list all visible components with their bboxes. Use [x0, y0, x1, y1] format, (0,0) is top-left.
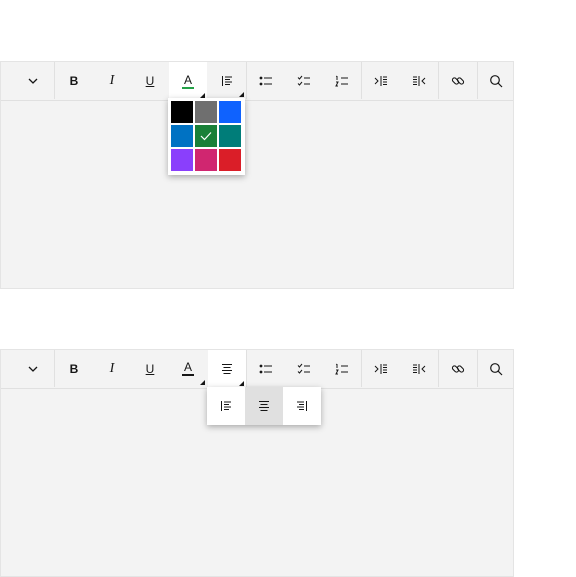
- font-color-picker: [168, 98, 245, 175]
- bulleted-list-button[interactable]: [247, 350, 285, 387]
- menu-corner-icon: [239, 92, 244, 97]
- editor-toolbar: B I U A: [1, 62, 513, 101]
- text-align-right-icon: [296, 400, 308, 412]
- underline-label: U: [145, 73, 155, 88]
- list-bulleted-icon: [259, 363, 273, 375]
- list-checked-icon: [297, 363, 311, 375]
- font-color-label: A: [183, 72, 192, 87]
- text-indent-less-icon: [412, 75, 426, 87]
- swatch-magenta[interactable]: [195, 149, 217, 171]
- font-color-label: A: [183, 360, 192, 374]
- editor-alignment-menu-open: B I U A: [0, 349, 514, 577]
- bold-label: B: [69, 361, 79, 376]
- align-left-option[interactable]: [207, 387, 245, 425]
- swatch-purple[interactable]: [171, 149, 193, 171]
- italic-button[interactable]: I: [93, 350, 131, 387]
- menu-corner-icon: [239, 381, 244, 386]
- overflow-menu-button[interactable]: [14, 62, 52, 99]
- overflow-menu-button[interactable]: [14, 350, 52, 387]
- numbered-list-button[interactable]: [323, 350, 361, 387]
- underline-label: U: [145, 361, 155, 376]
- bold-label: B: [69, 73, 79, 88]
- text-align-center-icon: [221, 363, 233, 375]
- italic-label: I: [109, 72, 115, 88]
- swatch-green[interactable]: [195, 125, 217, 147]
- swatch-red[interactable]: [219, 149, 241, 171]
- chevron-down-icon: [27, 363, 39, 375]
- list-numbered-icon: [335, 75, 349, 87]
- numbered-list-button[interactable]: [323, 62, 361, 99]
- underline-button[interactable]: U: [131, 62, 169, 99]
- underline-button[interactable]: U: [131, 350, 169, 387]
- align-center-option[interactable]: [245, 387, 283, 425]
- align-right-option[interactable]: [283, 387, 321, 425]
- outdent-button[interactable]: [400, 350, 438, 387]
- swatch-gray[interactable]: [195, 101, 217, 123]
- font-color-indicator: [182, 86, 194, 89]
- link-button[interactable]: [439, 62, 477, 99]
- list-checked-icon: [297, 75, 311, 87]
- checklist-button[interactable]: [285, 62, 323, 99]
- search-button[interactable]: [477, 350, 515, 387]
- menu-corner-icon: [200, 380, 205, 385]
- indent-button[interactable]: [362, 62, 400, 99]
- text-align-center-icon: [258, 400, 270, 412]
- font-color-button[interactable]: A: [169, 350, 207, 387]
- italic-button[interactable]: I: [93, 62, 131, 99]
- swatch-teal[interactable]: [219, 125, 241, 147]
- checkmark-icon: [200, 131, 212, 141]
- editor-toolbar: B I U A: [1, 350, 513, 389]
- alignment-button[interactable]: [208, 350, 246, 388]
- swatch-black[interactable]: [171, 101, 193, 123]
- bold-button[interactable]: B: [55, 62, 93, 99]
- text-align-left-icon: [220, 400, 232, 412]
- font-color-button[interactable]: A: [169, 62, 207, 100]
- list-bulleted-icon: [259, 75, 273, 87]
- search-icon: [489, 362, 503, 376]
- bold-button[interactable]: B: [55, 350, 93, 387]
- text-indent-more-icon: [374, 363, 388, 375]
- link-button[interactable]: [439, 350, 477, 387]
- search-button[interactable]: [477, 62, 515, 99]
- link-icon: [451, 74, 465, 88]
- italic-label: I: [109, 360, 115, 376]
- swatch-blue[interactable]: [219, 101, 241, 123]
- font-color-indicator: [182, 374, 194, 376]
- editor-color-picker-open: B I U A: [0, 61, 514, 289]
- text-indent-less-icon: [412, 363, 426, 375]
- search-icon: [489, 74, 503, 88]
- chevron-down-icon: [27, 75, 39, 87]
- text-align-left-icon: [221, 75, 233, 87]
- bulleted-list-button[interactable]: [247, 62, 285, 99]
- checklist-button[interactable]: [285, 350, 323, 387]
- list-numbered-icon: [335, 363, 349, 375]
- swatch-cyan[interactable]: [171, 125, 193, 147]
- link-icon: [451, 362, 465, 376]
- outdent-button[interactable]: [400, 62, 438, 99]
- alignment-menu: [207, 387, 321, 425]
- alignment-button[interactable]: [208, 62, 246, 99]
- text-indent-more-icon: [374, 75, 388, 87]
- indent-button[interactable]: [362, 350, 400, 387]
